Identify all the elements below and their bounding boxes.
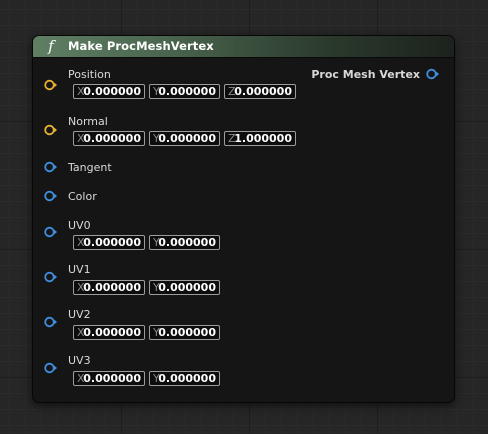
- uv0-y-field[interactable]: Y 0.000000: [149, 235, 220, 250]
- uv0-x-value: 0.000000: [83, 236, 141, 249]
- uv1-y-field[interactable]: Y 0.000000: [149, 280, 220, 295]
- position-y-value: 0.000000: [158, 85, 216, 98]
- uv1-label: UV1: [68, 263, 91, 276]
- position-z-value: 0.000000: [234, 85, 292, 98]
- output-pin-icon[interactable]: [426, 68, 440, 80]
- normal-z-field[interactable]: Z 1.000000: [224, 131, 296, 146]
- normal-x-field[interactable]: X 0.000000: [73, 131, 145, 146]
- normal-pin-icon[interactable]: [44, 124, 58, 136]
- node-header[interactable]: f Make ProcMeshVertex: [33, 36, 454, 58]
- uv0-x-field[interactable]: X 0.000000: [73, 235, 145, 250]
- color-pin-icon[interactable]: [44, 190, 58, 202]
- uv1-y-value: 0.000000: [158, 281, 216, 294]
- uv2-y-field[interactable]: Y 0.000000: [149, 325, 220, 340]
- normal-z-value: 1.000000: [234, 132, 292, 145]
- uv0-label: UV0: [68, 219, 91, 232]
- position-label: Position: [68, 68, 111, 81]
- tangent-pin-icon[interactable]: [44, 161, 58, 173]
- normal-label: Normal: [68, 115, 108, 128]
- uv1-x-field[interactable]: X 0.000000: [73, 280, 145, 295]
- uv3-x-value: 0.000000: [83, 372, 141, 385]
- position-pin-icon[interactable]: [44, 79, 58, 91]
- uv2-x-value: 0.000000: [83, 326, 141, 339]
- uv1-x-value: 0.000000: [83, 281, 141, 294]
- uv3-label: UV3: [68, 354, 91, 367]
- uv3-y-value: 0.000000: [158, 372, 216, 385]
- uv0-pin-icon[interactable]: [44, 226, 58, 238]
- uv2-label: UV2: [68, 308, 91, 321]
- make-procmeshvertex-node[interactable]: f Make ProcMeshVertex Proc Mesh Vertex P…: [33, 36, 454, 402]
- normal-x-value: 0.000000: [83, 132, 141, 145]
- node-title: Make ProcMeshVertex: [68, 39, 214, 53]
- position-y-field[interactable]: Y 0.000000: [149, 84, 220, 99]
- uv3-pin-icon[interactable]: [44, 362, 58, 374]
- uv1-pin-icon[interactable]: [44, 271, 58, 283]
- uv2-x-field[interactable]: X 0.000000: [73, 325, 145, 340]
- position-x-field[interactable]: X 0.000000: [73, 84, 145, 99]
- uv3-x-field[interactable]: X 0.000000: [73, 371, 145, 386]
- tangent-label: Tangent: [68, 161, 112, 174]
- uv2-pin-icon[interactable]: [44, 316, 58, 328]
- function-icon: f: [48, 37, 54, 55]
- uv3-y-field[interactable]: Y 0.000000: [149, 371, 220, 386]
- uv0-y-value: 0.000000: [158, 236, 216, 249]
- normal-y-value: 0.000000: [158, 132, 216, 145]
- position-x-value: 0.000000: [83, 85, 141, 98]
- position-z-field[interactable]: Z 0.000000: [224, 84, 296, 99]
- normal-y-field[interactable]: Y 0.000000: [149, 131, 220, 146]
- uv2-y-value: 0.000000: [158, 326, 216, 339]
- color-label: Color: [68, 190, 97, 203]
- output-pin-label: Proc Mesh Vertex: [311, 68, 420, 81]
